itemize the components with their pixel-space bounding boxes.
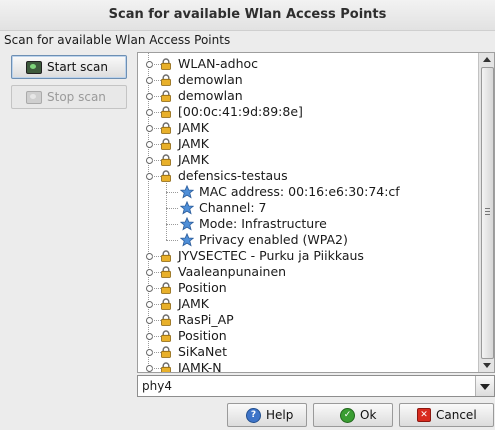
tree-node-label: SiKaNet [178,344,227,359]
star-icon [179,184,195,199]
tree-node-label: Position [178,280,227,295]
tree-node-label: Position [178,328,227,343]
tree-node[interactable]: JYVSECTEC - Purku ja Piikkaus [138,248,478,264]
tree-node[interactable]: JAMK-N [138,360,478,373]
tree-node-label: RasPi_AP [178,312,234,327]
checkmark-icon: ✓ [340,407,355,423]
lock-icon [160,106,172,118]
help-label: Help [266,408,294,422]
tree-node[interactable]: Vaaleanpunainen [138,264,478,280]
tree-node[interactable]: [00:0c:41:9d:89:8e] [138,104,478,120]
cancel-button[interactable]: ✕ Cancel [399,403,494,427]
tree-property-label: MAC address: 00:16:e6:30:74:cf [199,184,400,199]
tree-node[interactable]: RasPi_AP [138,312,478,328]
star-icon [179,200,195,215]
lock-icon [160,266,172,278]
help-icon: ? [246,407,261,423]
scan-icon [26,60,42,74]
tree-node[interactable]: WLAN-adhoc [138,56,478,72]
tree-node[interactable]: SiKaNet [138,344,478,360]
vertical-scrollbar[interactable] [478,53,494,372]
scroll-up-arrow[interactable] [479,53,494,67]
tree-node-label: JAMK [178,120,209,135]
start-scan-label: Start scan [47,60,108,74]
stop-scan-label: Stop scan [47,90,106,104]
scan-icon [26,90,42,104]
chevron-down-icon[interactable] [475,376,494,396]
lock-icon [160,154,172,166]
lock-icon [160,330,172,342]
tree-node-label: demowlan [178,72,243,87]
tree-property-item[interactable]: Mode: Infrastructure [138,216,478,232]
tree-node-label: [00:0c:41:9d:89:8e] [178,104,303,119]
lock-icon [160,58,172,70]
lock-icon [160,298,172,310]
scroll-down-arrow[interactable] [479,358,494,372]
stop-scan-button[interactable]: Stop scan [11,85,127,109]
tree-node-label: Vaaleanpunainen [178,264,287,279]
help-button[interactable]: ? Help [227,403,307,427]
lock-icon [160,346,172,358]
lock-icon [160,250,172,262]
lock-icon [160,138,172,150]
tree-property-label: Privacy enabled (WPA2) [199,232,348,247]
close-icon: ✕ [417,408,431,422]
tree-node-label: JAMK-N [178,360,222,373]
tree-node-label: JAMK [178,136,209,151]
lock-icon [160,170,172,182]
tree-node[interactable]: Position [138,280,478,296]
lock-icon [160,74,172,86]
tree-node-label: JAMK [178,152,209,167]
tree-rows: WLAN-adhoc demowlan demowlan [00:0c:41:9d:8… [138,56,478,373]
tree-node[interactable]: defensics-testaus [138,168,478,184]
tree-node[interactable]: demowlan [138,72,478,88]
window-title: Scan for available Wlan Access Points [0,0,495,31]
tree-node[interactable]: JAMK [138,136,478,152]
interface-select-value: phy4 [142,379,172,393]
interface-select[interactable]: phy4 [137,375,495,397]
tree-property-item[interactable]: Channel: 7 [138,200,478,216]
tree-node[interactable]: demowlan [138,88,478,104]
tree-property-label: Mode: Infrastructure [199,216,327,231]
tree-node[interactable]: JAMK [138,152,478,168]
lock-icon [160,314,172,326]
cancel-label: Cancel [436,408,477,422]
tree-node-label: demowlan [178,88,243,103]
lock-icon [160,362,172,372]
tree-property-item[interactable]: Privacy enabled (WPA2) [138,232,478,248]
tree-node[interactable]: Position [138,328,478,344]
tree-node[interactable]: JAMK [138,120,478,136]
lock-icon [160,90,172,102]
lock-icon [160,282,172,294]
tree-node-label: JAMK [178,296,209,311]
lock-icon [160,122,172,134]
tree-node-label: defensics-testaus [178,168,288,183]
tree-property-item[interactable]: MAC address: 00:16:e6:30:74:cf [138,184,478,200]
ok-label: Ok [360,408,377,422]
start-scan-button[interactable]: Start scan [11,55,127,79]
dialog-subtitle: Scan for available Wlan Access Points [4,33,231,47]
ok-button[interactable]: ✓ Ok [313,403,393,427]
star-icon [179,216,195,231]
tree-node[interactable]: JAMK [138,296,478,312]
tree-property-label: Channel: 7 [199,200,267,215]
scroll-thumb[interactable] [481,67,494,359]
access-point-tree[interactable]: WLAN-adhoc demowlan demowlan [00:0c:41:9d:8… [137,52,495,373]
tree-node-label: JYVSECTEC - Purku ja Piikkaus [178,248,364,263]
star-icon [179,232,195,247]
tree-node-label: WLAN-adhoc [178,56,259,71]
